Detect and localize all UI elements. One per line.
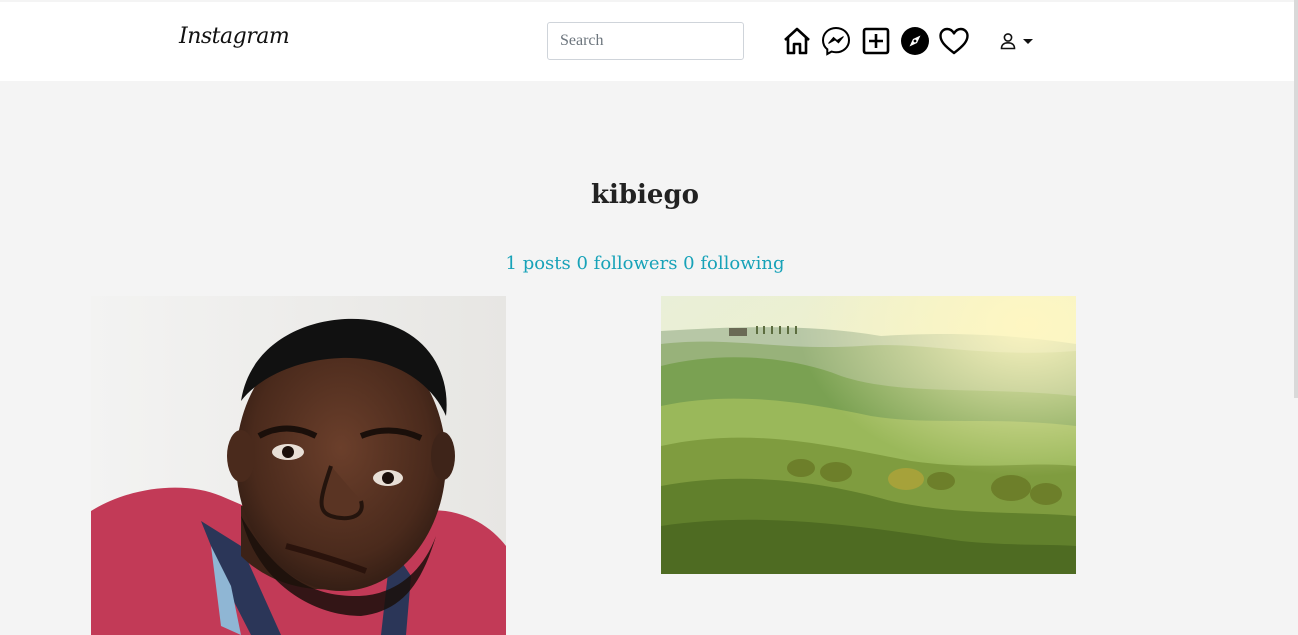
- profile-username: kibiego: [590, 180, 699, 210]
- followers-count[interactable]: 0 followers: [577, 253, 678, 274]
- post-thumbnail-portrait[interactable]: [91, 296, 506, 635]
- messenger-icon[interactable]: [820, 25, 852, 57]
- navbar: Instagram: [0, 2, 1294, 81]
- instagram-logo[interactable]: Instagram: [179, 24, 290, 49]
- new-post-icon[interactable]: [860, 25, 892, 57]
- scrollbar[interactable]: [1294, 0, 1298, 398]
- activity-heart-icon[interactable]: [938, 25, 970, 57]
- caret-down-icon: [1023, 39, 1033, 44]
- post-thumbnail-landscape[interactable]: [661, 296, 1076, 574]
- user-icon: [1000, 33, 1016, 50]
- search-input[interactable]: [547, 22, 744, 60]
- posts-count[interactable]: 1 posts: [506, 253, 571, 274]
- explore-icon[interactable]: [899, 25, 931, 57]
- following-count[interactable]: 0 following: [683, 253, 784, 274]
- home-icon[interactable]: [781, 25, 813, 57]
- user-menu-dropdown[interactable]: [999, 31, 1035, 53]
- profile-stats: 1 posts 0 followers 0 following: [0, 253, 1290, 274]
